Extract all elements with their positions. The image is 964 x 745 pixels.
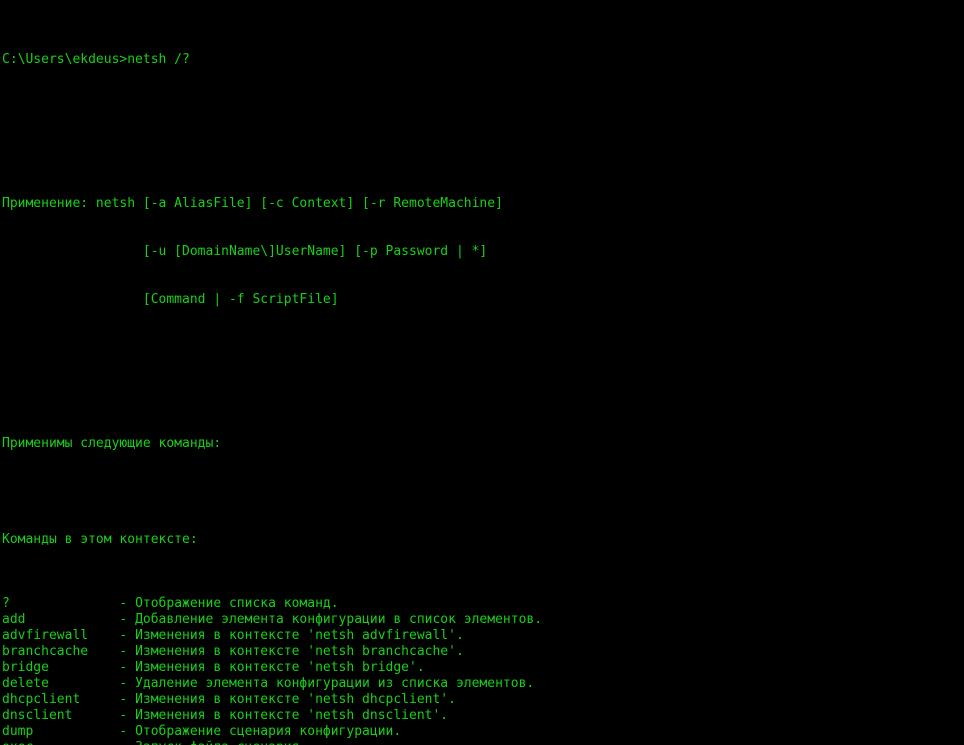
command-description: Удаление элемента конфигурации из списка… [135,676,535,691]
applicable-commands-heading: Применимы следующие команды: [2,436,222,451]
command-separator: - [119,676,128,691]
command-row: advfirewall - Изменения в контексте 'net… [2,628,964,644]
command-row: branchcache - Изменения в контексте 'net… [2,644,964,660]
command-description: Изменения в контексте 'netsh dnsclient'. [135,708,449,723]
command-name: dhcpclient [2,692,120,707]
command-name: dnsclient [2,708,120,723]
command-description: Отображение сценария конфигурации. [135,724,402,739]
command-separator: - [119,612,128,627]
command-list: ? - Отображение списка команд. add - Доба… [2,596,964,745]
command-row: dump - Отображение сценария конфигурации… [2,724,964,740]
command-row: ? - Отображение списка команд. [2,596,964,612]
command-name: dump [2,724,120,739]
command-row: add - Добавление элемента конфигурации в… [2,612,964,628]
command-separator: - [119,628,128,643]
command-name: add [2,612,120,627]
command-description: Изменения в контексте 'netsh advfirewall… [135,628,464,643]
command-name: ? [2,596,120,611]
command-separator: - [119,724,128,739]
command-separator: - [119,660,128,675]
command-description: Запуск файла сценария. [135,740,307,745]
command-separator: - [119,708,128,723]
command-row: bridge - Изменения в контексте 'netsh br… [2,660,964,676]
command-description: Изменения в контексте 'netsh bridge'. [135,660,425,675]
usage-line-2: [-u [DomainName\]UserName] [-p Password … [2,244,488,259]
prompt-line: C:\Users\ekdeus>netsh /? [2,52,190,67]
usage-line-3: [Command | -f ScriptFile] [2,292,339,307]
usage-line-1: Применение: netsh [-a AliasFile] [-c Con… [2,196,503,211]
command-separator: - [119,740,127,745]
command-description: Добавление элемента конфигурации в списо… [135,612,543,627]
command-name: branchcache [2,644,120,659]
command-description: Изменения в контексте 'netsh branchcache… [135,644,464,659]
command-name: advfirewall [2,628,120,643]
command-name: bridge [2,660,120,675]
command-separator: - [119,596,128,611]
command-name: exec [2,740,119,745]
command-description: Изменения в контексте 'netsh dhcpclient'… [135,692,456,707]
command-row: delete - Удаление элемента конфигурации … [2,676,964,692]
command-description: Отображение списка команд. [135,596,339,611]
command-row: dhcpclient - Изменения в контексте 'nets… [2,692,964,708]
usage-block: Применение: netsh [-a AliasFile] [-c Con… [2,164,964,340]
terminal-console[interactable]: C:\Users\ekdeus>netsh /? Применение: net… [0,0,964,745]
command-name: delete [2,676,120,691]
command-separator: - [119,644,128,659]
commands-heading: Команды в этом контексте: [2,532,198,547]
command-row: dnsclient - Изменения в контексте 'netsh… [2,708,964,724]
command-separator: - [119,692,128,707]
command-row: exec - Запуск файла сценария. [2,740,964,745]
